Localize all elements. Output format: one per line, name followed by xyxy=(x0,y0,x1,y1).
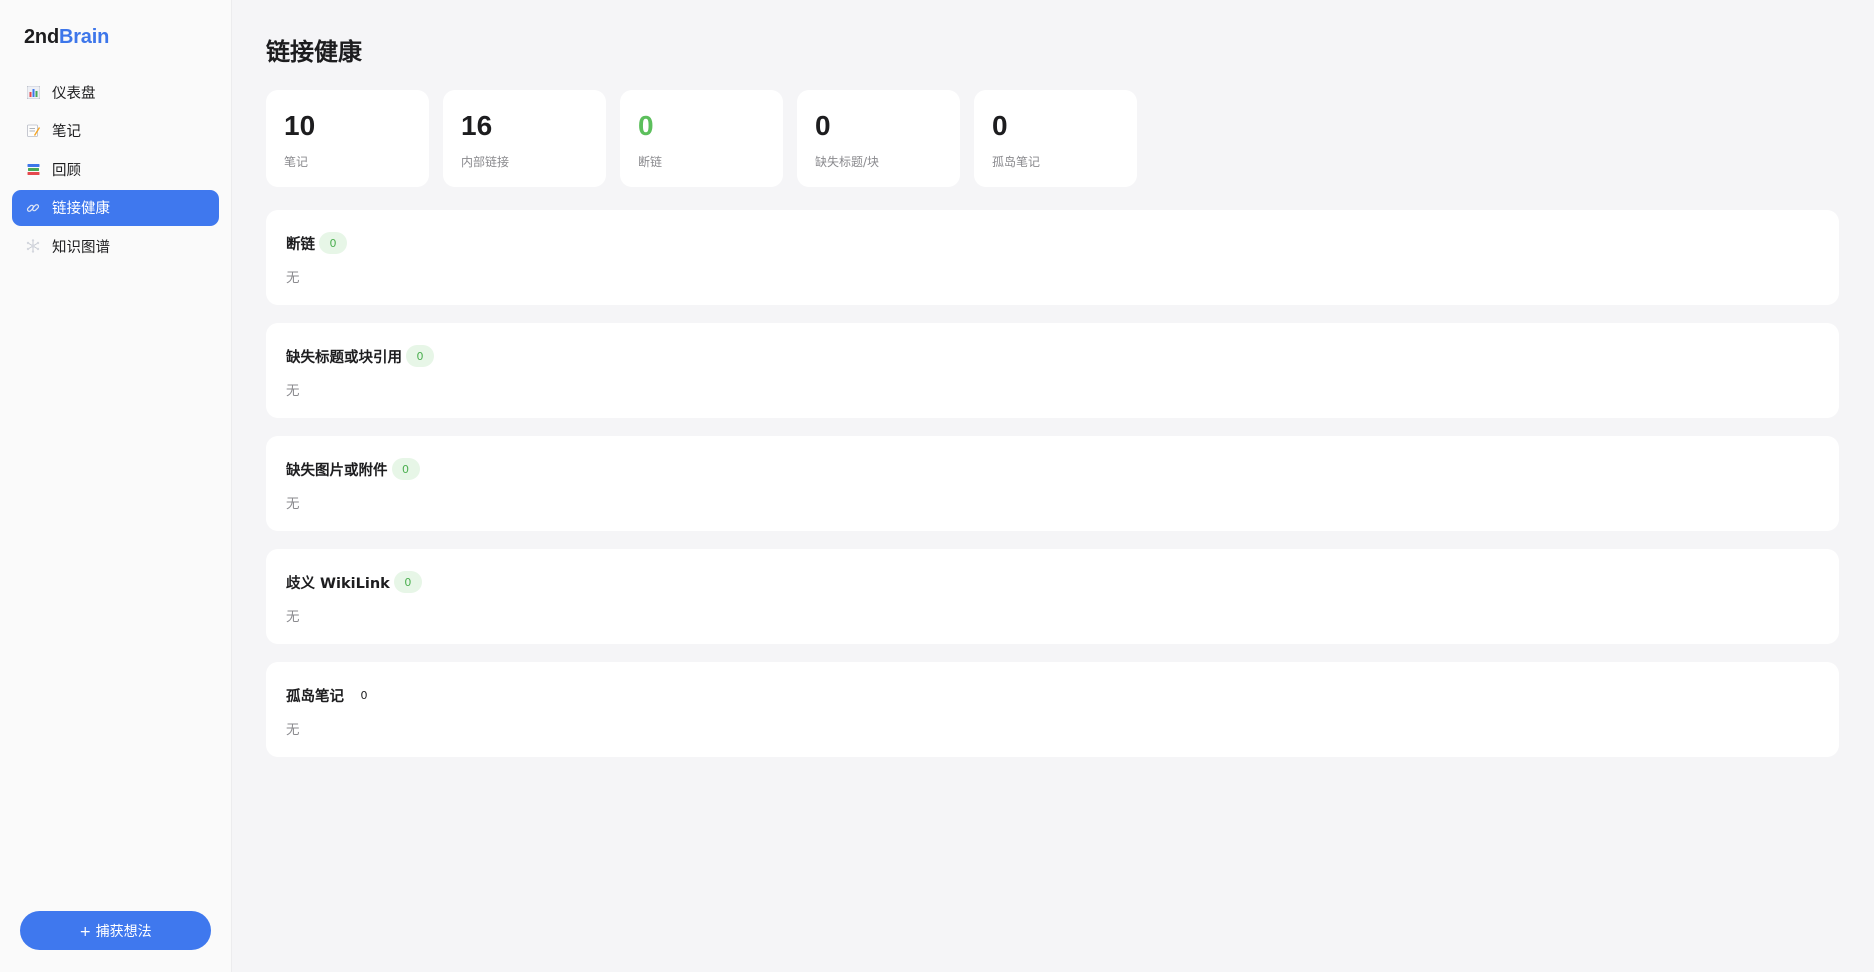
health-sections: 断链 0 无 缺失标题或块引用 0 无 缺失图片或附件 0 无 歧义 WikiL… xyxy=(266,210,1839,775)
section-title: 孤岛笔记 xyxy=(286,688,344,705)
section-orphan-notes: 孤岛笔记 0 无 xyxy=(266,662,1839,757)
section-missing-attachments: 缺失图片或附件 0 无 xyxy=(266,436,1839,531)
section-empty-text: 无 xyxy=(286,722,300,738)
sidebar-item-label: 链接健康 xyxy=(52,201,110,217)
page-title: 链接健康 xyxy=(266,38,362,66)
count-badge: 0 xyxy=(319,232,347,254)
stat-card-orphan-notes: 0 孤岛笔记 xyxy=(974,90,1137,187)
sidebar: 2ndBrain 仪表盘 笔记 回顾 链接健康 知识图谱 + 捕获想法 xyxy=(0,0,232,972)
section-title: 缺失图片或附件 xyxy=(286,462,388,479)
section-missing-heading-block: 缺失标题或块引用 0 无 xyxy=(266,323,1839,418)
section-broken-links: 断链 0 无 xyxy=(266,210,1839,305)
network-icon xyxy=(26,239,40,253)
section-header: 缺失标题或块引用 0 xyxy=(286,343,1819,369)
stat-label: 断链 xyxy=(638,155,663,169)
sidebar-item-label: 知识图谱 xyxy=(52,239,110,256)
stat-label: 内部链接 xyxy=(461,155,510,169)
section-empty-text: 无 xyxy=(286,609,300,625)
main-content: 链接健康 10 笔记 16 内部链接 0 断链 0 缺失标题/块 0 孤岛笔记 xyxy=(232,0,1874,972)
sidebar-item-link-health[interactable]: 链接健康 xyxy=(12,189,219,226)
stat-value: 0 xyxy=(992,110,1008,141)
count-badge: 0 xyxy=(393,571,422,593)
bar-chart-icon xyxy=(26,85,40,99)
sidebar-item-dashboard[interactable]: 仪表盘 xyxy=(12,74,219,110)
section-header: 缺失图片或附件 0 xyxy=(286,456,1819,482)
count-badge: 0 xyxy=(406,345,434,367)
brand-part-1: 2nd xyxy=(24,26,59,48)
section-header: 孤岛笔记 0 xyxy=(286,682,1819,708)
stat-label: 笔记 xyxy=(284,155,309,169)
stat-value: 0 xyxy=(638,110,654,141)
sidebar-item-label: 仪表盘 xyxy=(52,85,96,102)
capture-idea-button[interactable]: + 捕获想法 xyxy=(20,911,211,950)
section-title: 缺失标题或块引用 xyxy=(286,349,402,366)
stat-label: 孤岛笔记 xyxy=(992,155,1041,169)
brand-part-2: Brain xyxy=(58,26,110,48)
section-header: 歧义 WikiLink 0 xyxy=(286,569,1819,595)
stat-card-missing-headings: 0 缺失标题/块 xyxy=(797,90,960,187)
stat-label: 缺失标题/块 xyxy=(815,155,880,169)
section-empty-text: 无 xyxy=(286,270,300,286)
stat-value: 0 xyxy=(815,110,831,141)
stat-card-internal-links: 16 内部链接 xyxy=(443,90,606,187)
count-badge: 0 xyxy=(391,458,420,480)
count-badge: 0 xyxy=(360,688,368,702)
sidebar-item-label: 回顾 xyxy=(52,162,81,179)
stat-card-broken-links: 0 断链 xyxy=(620,90,783,187)
section-title: 歧义 WikiLink xyxy=(286,575,390,592)
stats-row: 10 笔记 16 内部链接 0 断链 0 缺失标题/块 0 孤岛笔记 xyxy=(266,90,1137,187)
section-header: 断链 0 xyxy=(286,230,1819,256)
memo-icon xyxy=(26,124,40,138)
section-empty-text: 无 xyxy=(286,496,300,512)
stat-card-notes: 10 笔记 xyxy=(266,90,429,187)
sidebar-item-notes[interactable]: 笔记 xyxy=(12,113,219,149)
books-icon xyxy=(26,162,40,176)
sidebar-item-label: 笔记 xyxy=(52,124,81,140)
sidebar-item-knowledge-graph[interactable]: 知识图谱 xyxy=(12,228,219,264)
stat-value: 16 xyxy=(461,110,493,141)
stat-value: 10 xyxy=(284,110,316,141)
app-root: 2ndBrain 仪表盘 笔记 回顾 链接健康 知识图谱 + 捕获想法 链接健康… xyxy=(0,0,1874,972)
section-title: 断链 xyxy=(286,236,315,253)
section-ambiguous-wikilink: 歧义 WikiLink 0 无 xyxy=(266,549,1839,644)
sidebar-nav: 仪表盘 笔记 回顾 链接健康 知识图谱 xyxy=(12,74,219,267)
brand-logo[interactable]: 2ndBrain xyxy=(24,26,109,49)
sidebar-item-review[interactable]: 回顾 xyxy=(12,151,219,187)
link-icon xyxy=(26,201,40,215)
section-empty-text: 无 xyxy=(286,383,300,399)
